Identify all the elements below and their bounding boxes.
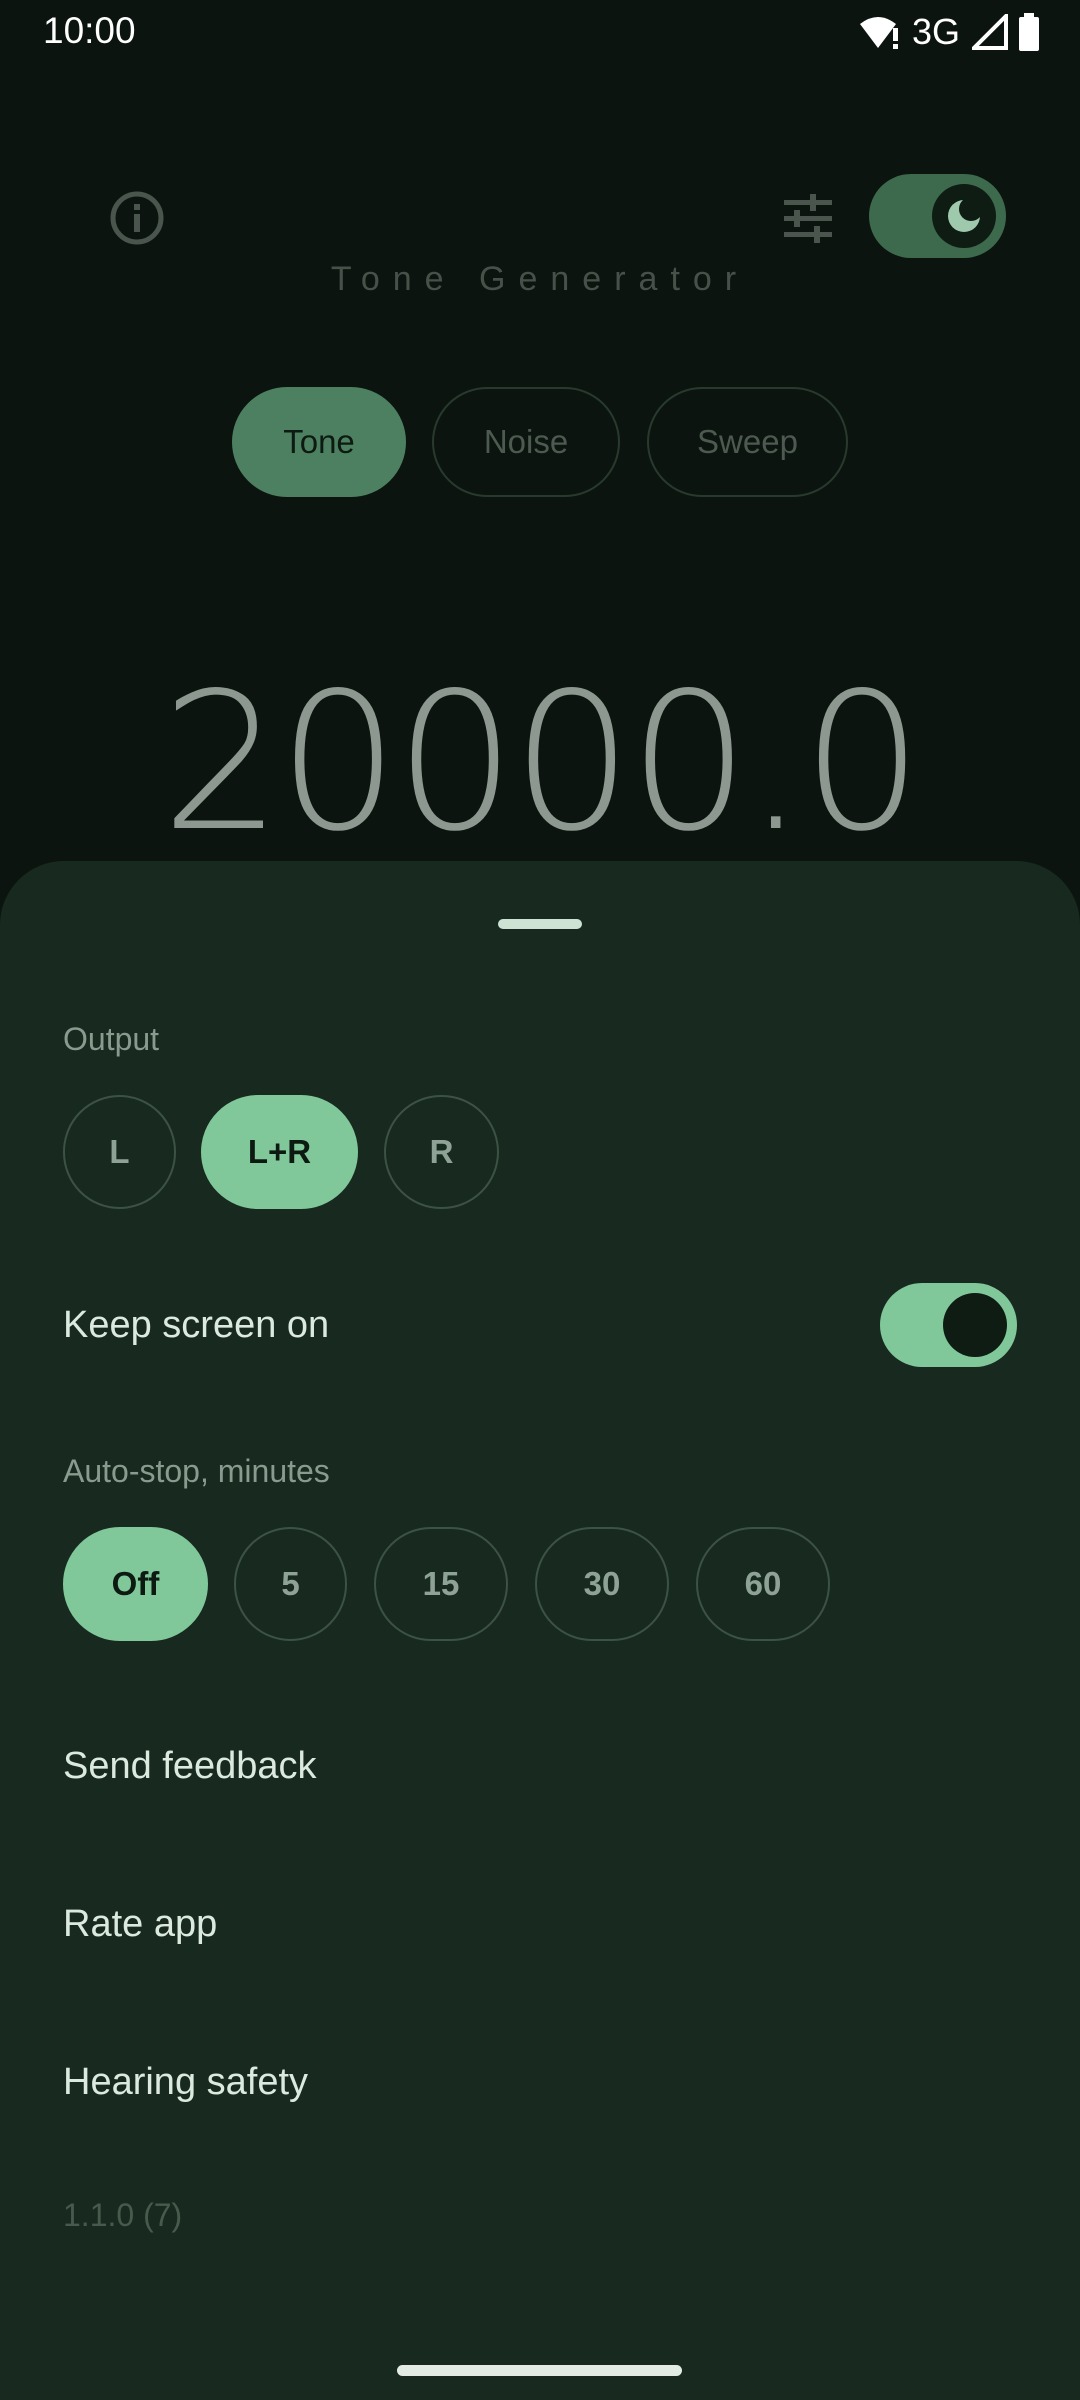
status-icons: 3G [858,11,1040,52]
rate-app-item[interactable]: Rate app [63,1903,217,1946]
drag-handle[interactable] [498,919,582,929]
autostop-off-chip[interactable]: Off [63,1527,208,1641]
autostop-5-chip[interactable]: 5 [234,1527,347,1641]
keep-screen-on-switch[interactable] [880,1283,1017,1367]
tune-button[interactable] [780,188,836,248]
autostop-30-chip[interactable]: 30 [535,1527,669,1641]
app-version: 1.1.0 (7) [63,2197,183,2233]
battery-icon [1019,13,1039,51]
gesture-navigation-bar[interactable] [397,2365,682,2376]
send-feedback-item[interactable]: Send feedback [63,1745,317,1788]
info-button[interactable] [107,188,167,248]
tune-icon [784,194,832,243]
status-time: 10:00 [43,10,136,51]
mode-selector: Tone Noise Sweep [0,387,1080,501]
info-icon [110,191,164,245]
output-right-chip[interactable]: R [384,1095,499,1209]
app-title: Tone Generator [330,260,750,298]
moon-icon [948,197,983,232]
mode-tone-button[interactable]: Tone [232,387,406,497]
wifi-alert-icon [859,17,898,49]
keep-screen-on-label: Keep screen on [63,1304,330,1346]
settings-sheet: Output L L+R R Keep screen on Auto-stop,… [0,861,1080,2400]
mode-noise-button[interactable]: Noise [432,387,620,497]
output-label: Output [63,1021,160,1057]
status-bar: 10:00 3G [0,0,1080,64]
switch-knob [943,1293,1007,1357]
output-both-chip[interactable]: L+R [201,1095,358,1209]
autostop-60-chip[interactable]: 60 [696,1527,830,1641]
signal-icon [972,14,1008,50]
mode-sweep-button[interactable]: Sweep [647,387,848,497]
app-main: Tone Generator Tone Noise Sweep 20000.0 [0,64,1080,864]
theme-toggle-knob [932,184,996,248]
hearing-safety-item[interactable]: Hearing safety [63,2061,308,2104]
output-left-chip[interactable]: L [63,1095,176,1209]
autostop-15-chip[interactable]: 15 [374,1527,508,1641]
theme-toggle[interactable] [869,174,1006,258]
autostop-label: Auto-stop, minutes [63,1453,330,1489]
frequency-display[interactable]: 20000.0 [0,668,1080,858]
network-type: 3G [911,11,960,52]
